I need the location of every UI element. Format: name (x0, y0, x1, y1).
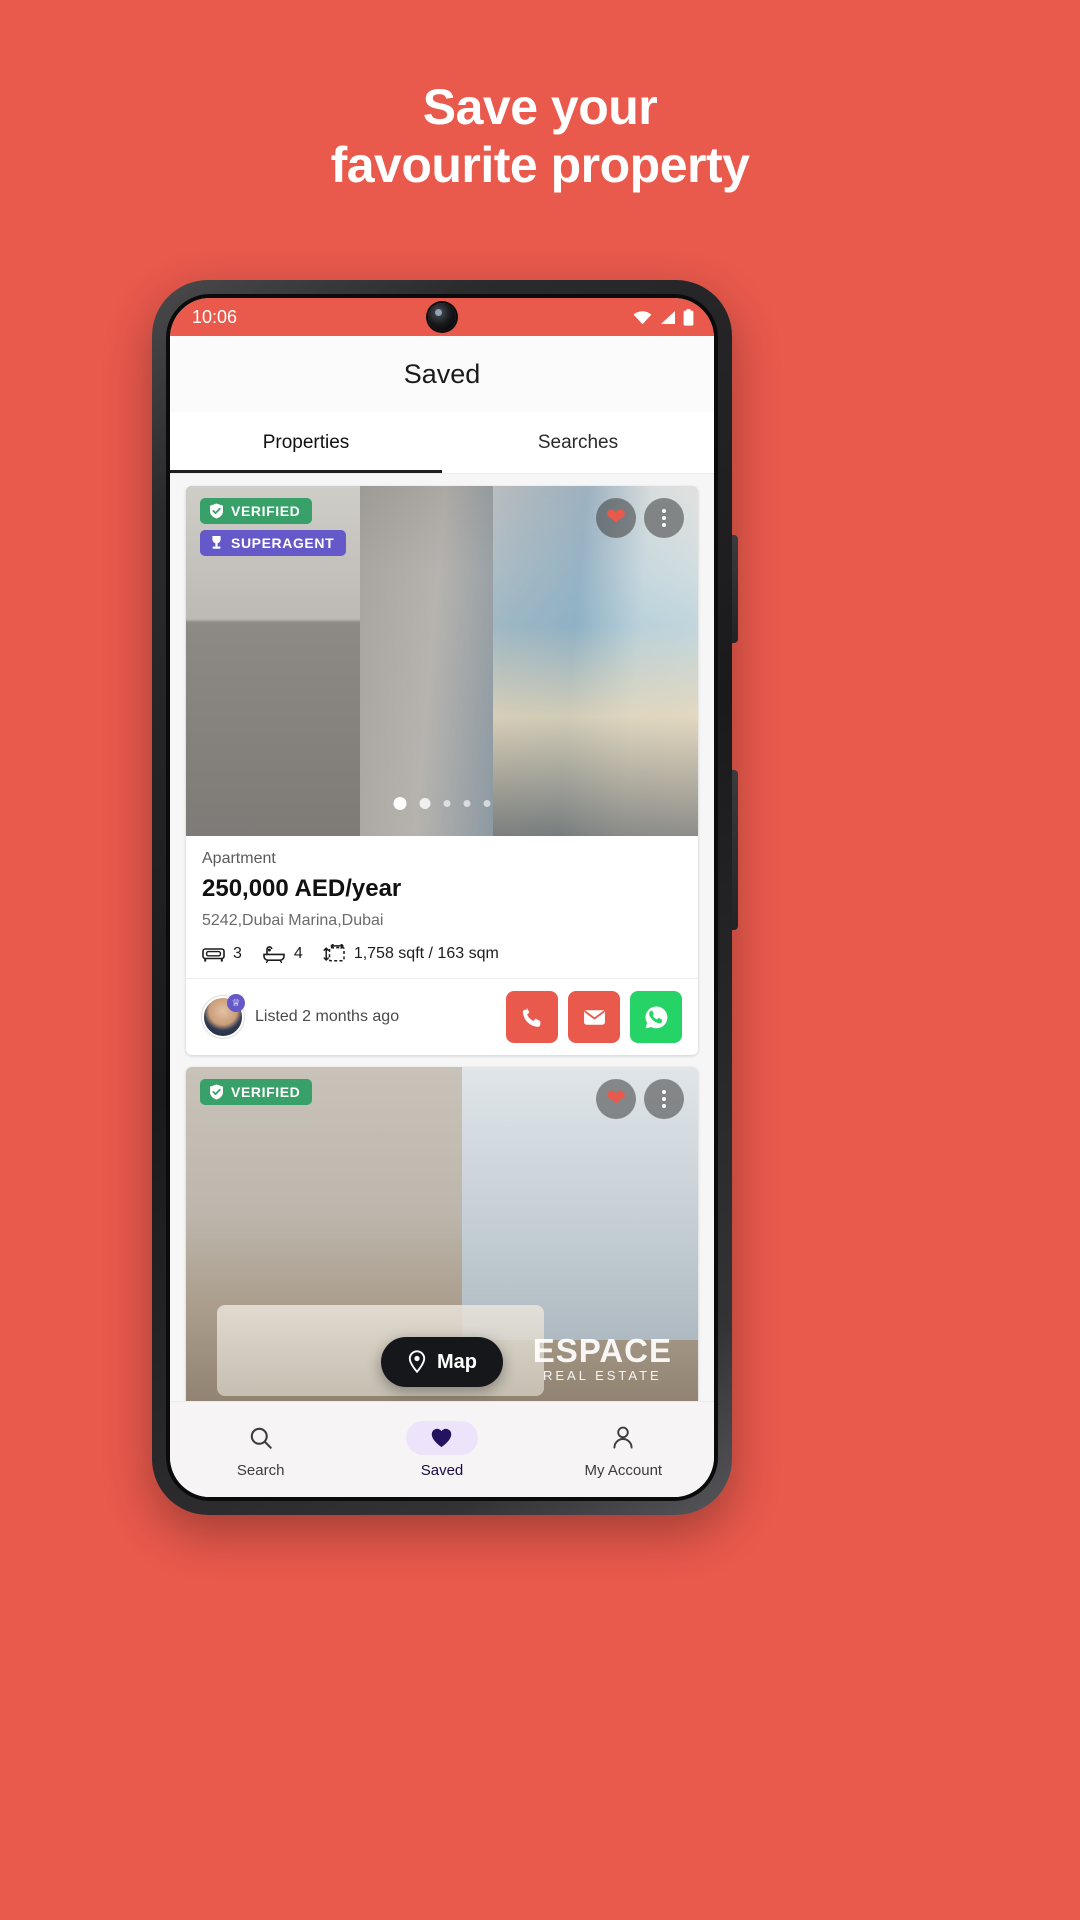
spec-bedrooms-value: 3 (233, 945, 242, 962)
spec-bathrooms: 4 (262, 945, 303, 963)
heart-filled-icon (432, 1428, 452, 1448)
favorite-button[interactable]: ❤ (596, 1079, 636, 1119)
spec-area-value: 1,758 sqft / 163 sqm (353, 945, 499, 962)
badge-group: VERIFIED SUPERAGENT (200, 498, 347, 556)
tab-searches-label: Searches (537, 431, 619, 453)
nav-active-pill (405, 1420, 478, 1455)
watermark-brand: ESPACE (532, 1332, 672, 1369)
map-pin-icon (408, 1350, 426, 1374)
badge-verified: VERIFIED (200, 498, 313, 524)
trophy-icon (212, 536, 221, 549)
heart-filled-icon: ❤ (605, 1085, 627, 1112)
gallery-dot[interactable] (419, 798, 431, 809)
signal-icon (661, 310, 675, 324)
photo-action-group: ❤ (596, 498, 684, 538)
bottom-navigation: Search Saved My Account (170, 1401, 714, 1497)
phone-icon (522, 1007, 540, 1027)
shield-check-icon (210, 503, 223, 519)
favorite-button[interactable]: ❤ (596, 498, 636, 538)
tab-active-indicator (170, 470, 442, 473)
phone-mockup: 10:06 Saved Properties Searches VERIFIED… (152, 280, 738, 1515)
phone-screen: 10:06 Saved Properties Searches VERIFIED… (170, 298, 714, 1497)
gallery-dot[interactable] (483, 800, 491, 807)
tab-bar: Properties Searches (170, 412, 714, 474)
whatsapp-button[interactable] (630, 991, 682, 1043)
nav-item-my-account[interactable]: My Account (533, 1421, 714, 1479)
nav-item-search-label: Search (236, 1461, 285, 1479)
saved-properties-list[interactable]: VERIFIED SUPERAGENT ❤ Apartment 250,000 … (170, 474, 714, 1401)
tab-properties[interactable]: Properties (170, 412, 442, 473)
kebab-menu-icon (662, 1090, 666, 1108)
agent-avatar[interactable]: ♕ (202, 994, 245, 1038)
contact-buttons (506, 991, 682, 1043)
property-details: Apartment 250,000 AED/year 5242,Dubai Ma… (186, 836, 698, 978)
gallery-pagination[interactable] (393, 797, 491, 810)
promo-headline: Save your favourite property (0, 78, 1080, 194)
gallery-dot-active[interactable] (393, 797, 407, 810)
nav-item-saved-label: Saved (420, 1461, 464, 1479)
property-type: Apartment (202, 850, 276, 867)
spec-area: 1,758 sqft / 163 sqm (323, 944, 499, 964)
email-button[interactable] (568, 991, 620, 1043)
map-button-label: Map (437, 1350, 477, 1373)
person-icon (611, 1421, 635, 1455)
whatsapp-icon (645, 1005, 667, 1028)
property-specs: 3 4 1,758 sqft / 163 sqm (202, 944, 682, 964)
nav-item-my-account-label: My Account (584, 1461, 663, 1479)
wifi-icon (633, 310, 652, 324)
spec-bathrooms-value: 4 (293, 945, 303, 962)
watermark-tagline: REAL ESTATE (543, 1368, 662, 1383)
promo-line-1: Save your (422, 79, 658, 135)
listed-date: Listed 2 months ago (255, 1008, 400, 1025)
volume-button[interactable] (732, 535, 738, 643)
call-button[interactable] (506, 991, 558, 1043)
battery-icon (683, 308, 694, 326)
power-button[interactable] (732, 770, 738, 930)
photo-watermark: ESPACE REAL ESTATE (533, 1332, 672, 1383)
gallery-dot[interactable] (443, 800, 451, 807)
photo-action-group: ❤ (596, 1079, 684, 1119)
status-icons (633, 308, 694, 326)
badge-group: VERIFIED (200, 1079, 313, 1105)
promo-line-2: favourite property (330, 137, 750, 193)
agent-row: ♕ Listed 2 months ago (186, 978, 698, 1055)
agent-info: ♕ Listed 2 months ago (202, 994, 400, 1038)
property-card[interactable]: VERIFIED SUPERAGENT ❤ Apartment 250,000 … (186, 486, 698, 1055)
search-icon (248, 1421, 274, 1455)
badge-verified-label: VERIFIED (231, 1084, 301, 1100)
card-menu-button[interactable] (644, 498, 684, 538)
status-bar: 10:06 (170, 298, 714, 336)
card-menu-button[interactable] (644, 1079, 684, 1119)
badge-verified-label: VERIFIED (231, 503, 301, 519)
badge-superagent: SUPERAGENT (200, 530, 347, 556)
heart-filled-icon: ❤ (605, 504, 627, 531)
property-price: 250,000 AED/year (202, 875, 402, 902)
property-photo[interactable]: VERIFIED SUPERAGENT ❤ (186, 486, 698, 836)
nav-item-search[interactable]: Search (170, 1421, 351, 1479)
gallery-dot[interactable] (463, 800, 471, 807)
spec-bedrooms: 3 (202, 945, 242, 963)
superagent-crown-icon: ♕ (227, 994, 245, 1012)
page-title: Saved (403, 358, 481, 389)
badge-superagent-label: SUPERAGENT (231, 535, 335, 551)
kebab-menu-icon (662, 509, 666, 527)
app-bar: Saved (170, 336, 714, 412)
area-icon (323, 944, 345, 962)
tab-searches[interactable]: Searches (442, 412, 714, 473)
nav-item-saved[interactable]: Saved (351, 1420, 532, 1479)
front-camera-punch-hole (428, 303, 456, 331)
bed-icon (202, 948, 225, 962)
status-time: 10:06 (192, 306, 238, 327)
property-address: 5242,Dubai Marina,Dubai (202, 912, 384, 929)
tab-properties-label: Properties (262, 431, 350, 453)
email-icon (583, 1009, 605, 1025)
map-button[interactable]: Map (381, 1337, 503, 1387)
bath-icon (263, 946, 285, 963)
badge-verified: VERIFIED (200, 1079, 313, 1105)
shield-check-icon (210, 1084, 223, 1100)
